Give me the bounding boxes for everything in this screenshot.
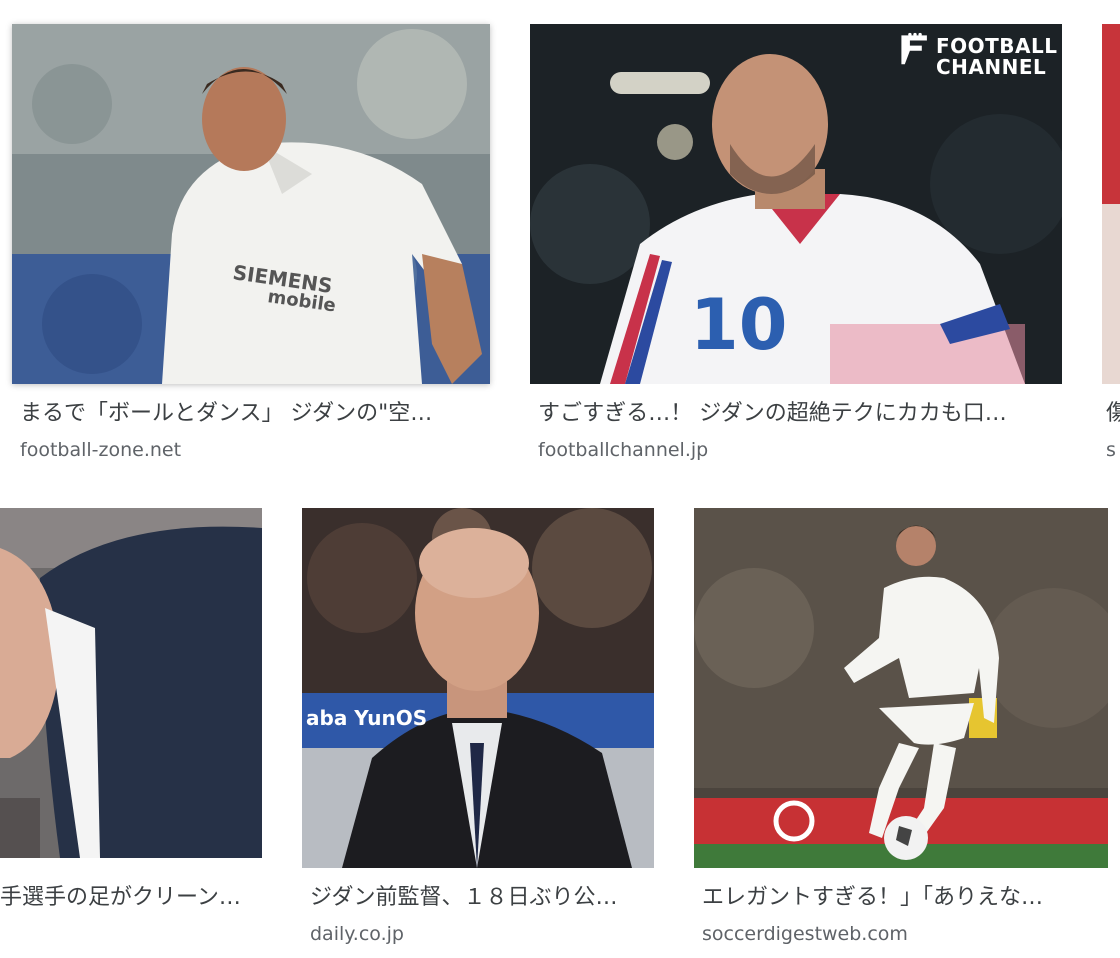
image-results-grid: SIEMENS mobile まるで「ボールとダンス」 ジダンの"空… foot… [0,0,1120,958]
result-source[interactable]: football-zone.net [20,438,181,462]
football-channel-logo-line2: CHANNEL [936,55,1047,79]
result-thumbnail-4[interactable] [0,508,262,858]
result-thumbnail-5[interactable]: aba YunOS [302,508,654,868]
result-title[interactable]: まるで「ボールとダンス」 ジダンの"空… [20,400,490,428]
result-title[interactable]: エレガントすぎる！」「ありえな… [702,884,1108,912]
result-source[interactable]: footballchannel.jp [538,438,708,462]
result-source[interactable]: s [1106,438,1120,462]
result-thumbnail-2[interactable]: 10 FOOTBALL CHANNEL [530,24,1062,384]
football-channel-logo-icon [901,32,927,65]
svg-text:10: 10 [690,284,787,366]
result-thumbnail-1[interactable]: SIEMENS mobile [12,24,490,384]
result-thumbnail-3[interactable] [1102,24,1120,384]
result-title[interactable]: ジダン前監督、１８日ぶり公… [310,884,654,912]
result-title[interactable]: 傷 [1106,400,1120,428]
result-title[interactable]: すごすぎる…！ ジダンの超絶テクにカカも口… [538,400,1062,428]
stadium-banner-text: aba YunOS [306,706,428,730]
result-source[interactable]: daily.co.jp [310,922,404,946]
football-channel-logo-line1: FOOTBALL [936,34,1058,58]
result-source[interactable]: soccerdigestweb.com [702,922,908,946]
result-thumbnail-6[interactable] [694,508,1108,868]
result-title[interactable]: 手選手の足がクリーン… [0,884,262,912]
